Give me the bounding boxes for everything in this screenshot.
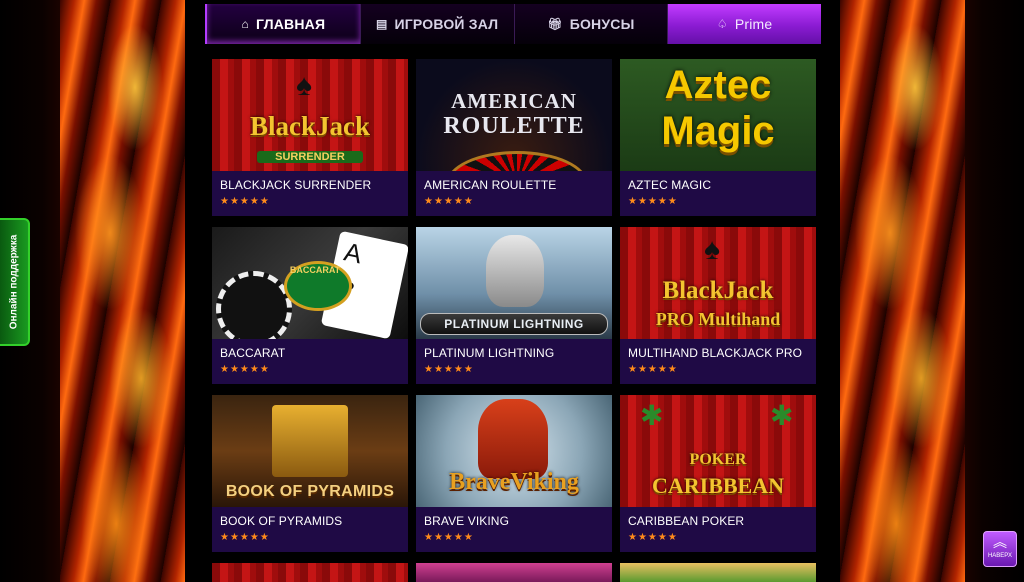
game-title: BLACKJACK SURRENDER xyxy=(220,178,372,192)
game-title: PLATINUM LIGHTNING xyxy=(424,346,555,360)
art-title: BlackJack xyxy=(662,277,774,304)
left-flames-decoration xyxy=(60,0,185,582)
viking-figure-icon xyxy=(478,399,548,479)
home-icon: ⌂ xyxy=(241,17,249,31)
rating-stars: ★★★★★ xyxy=(424,364,474,375)
game-card-multihand-blackjack-pro[interactable]: ♠ BlackJack PRO Multihand MULTIHAND BLAC… xyxy=(620,227,816,384)
rating-stars: ★★★★★ xyxy=(424,532,474,543)
right-flames-decoration xyxy=(840,0,965,582)
gift-icon: 🎁︎ xyxy=(547,17,563,31)
rating-stars: ★★★★★ xyxy=(220,532,270,543)
art-title: BraveViking xyxy=(449,469,579,495)
game-thumbnail: BOOK OF PYRAMIDS xyxy=(212,395,408,507)
game-title: BRAVE VIKING xyxy=(424,514,510,528)
nav-prime-label: Prime xyxy=(734,16,773,32)
art-subtitle: SURRENDER xyxy=(257,151,363,163)
scroll-top-button[interactable]: ︽ НАВЕРХ xyxy=(983,531,1017,567)
nav-game-hall[interactable]: ▤ ИГРОВОЙ ЗАЛ xyxy=(360,4,515,44)
game-card-platinum-lightning[interactable]: PLATINUM LIGHTNING PLATINUM LIGHTNING ★★… xyxy=(416,227,612,384)
nav-home[interactable]: ⌂ ГЛАВНАЯ xyxy=(205,4,361,44)
game-card-blackjack-surrender[interactable]: BlackJack SURRENDER ♠ BLACKJACK SURRENDE… xyxy=(212,59,408,216)
game-thumbnail: BraveViking xyxy=(416,395,612,507)
art-title: BlackJack xyxy=(249,111,370,141)
game-thumbnail xyxy=(212,563,408,582)
spade-icon: ♠ xyxy=(704,233,720,266)
rating-stars: ★★★★★ xyxy=(628,364,678,375)
art-subtitle: ROULETTE xyxy=(443,113,585,139)
game-thumbnail xyxy=(416,563,612,582)
palm-icon: ✱ xyxy=(640,400,664,431)
nav-prime[interactable]: ♤ Prime xyxy=(668,4,821,44)
nav-bonuses-label: БОНУСЫ xyxy=(569,16,635,32)
chevron-up-icon: ︽ xyxy=(993,534,1007,550)
scroll-top-label: НАВЕРХ xyxy=(987,553,1013,559)
game-card-partial[interactable] xyxy=(416,563,612,582)
game-card-american-roulette[interactable]: AMERICAN ROULETTE AMERICAN ROULETTE ★★★★… xyxy=(416,59,612,216)
nav-bonuses[interactable]: 🎁︎ БОНУСЫ xyxy=(514,4,669,44)
game-card-baccarat[interactable]: A♣ BACCARAT BACCARAT ★★★★★ xyxy=(212,227,408,384)
chip-icon xyxy=(216,271,292,339)
art-subtitle: PRO Multihand xyxy=(655,309,781,329)
main-nav: ⌂ ГЛАВНАЯ ▤ ИГРОВОЙ ЗАЛ 🎁︎ БОНУСЫ ♤ Prim… xyxy=(205,4,821,44)
art-title: PLATINUM LIGHTNING xyxy=(420,313,608,335)
game-thumbnail xyxy=(620,563,816,582)
game-title: BACCARAT xyxy=(220,346,286,360)
game-thumbnail: AMERICAN ROULETTE xyxy=(416,59,612,171)
book-icon xyxy=(272,405,348,477)
main-content: ⌂ ГЛАВНАЯ ▤ ИГРОВОЙ ЗАЛ 🎁︎ БОНУСЫ ♤ Prim… xyxy=(185,0,840,582)
art-subtitle: Magic xyxy=(661,109,775,153)
rating-stars: ★★★★★ xyxy=(628,196,678,207)
online-support-label: Онлайн поддержка xyxy=(8,234,20,330)
art-title: BOOK OF PYRAMIDS xyxy=(225,483,395,500)
rating-stars: ★★★★★ xyxy=(220,196,270,207)
game-thumbnail: ✱ ✱ POKER CARIBBEAN xyxy=(620,395,816,507)
nav-game-hall-label: ИГРОВОЙ ЗАЛ xyxy=(394,16,499,32)
art-title: POKER xyxy=(689,451,747,468)
game-card-aztec-magic[interactable]: Aztec Magic AZTEC MAGIC ★★★★★ xyxy=(620,59,816,216)
game-thumbnail: PLATINUM LIGHTNING xyxy=(416,227,612,339)
rating-stars: ★★★★★ xyxy=(220,364,270,375)
game-card-partial[interactable] xyxy=(212,563,408,582)
game-title: CARIBBEAN POKER xyxy=(628,514,745,528)
game-card-caribbean-poker[interactable]: ✱ ✱ POKER CARIBBEAN CARIBBEAN POKER ★★★★… xyxy=(620,395,816,552)
zeus-figure-icon xyxy=(486,235,544,307)
spade-icon: ♠ xyxy=(296,69,312,102)
game-thumbnail: Aztec Magic xyxy=(620,59,816,171)
game-card-book-of-pyramids[interactable]: BOOK OF PYRAMIDS BOOK OF PYRAMIDS ★★★★★ xyxy=(212,395,408,552)
rating-stars: ★★★★★ xyxy=(424,196,474,207)
game-thumbnail: ♠ BlackJack PRO Multihand xyxy=(620,227,816,339)
game-title: AMERICAN ROULETTE xyxy=(424,178,557,192)
art-title: BACCARAT xyxy=(289,265,341,275)
prime-logo-icon: ♤ xyxy=(716,17,728,31)
nav-home-label: ГЛАВНАЯ xyxy=(255,16,326,32)
art-title: AMERICAN xyxy=(451,89,577,113)
right-backdrop xyxy=(965,0,1024,582)
art-subtitle: CARIBBEAN xyxy=(651,473,785,498)
palm-icon: ✱ xyxy=(770,400,794,431)
game-title: BOOK OF PYRAMIDS xyxy=(220,514,343,528)
slot-icon: ▤ xyxy=(375,17,388,31)
art-title: Aztec xyxy=(664,63,772,107)
game-title: MULTIHAND BLACKJACK PRO xyxy=(628,346,803,360)
game-card-brave-viking[interactable]: BraveViking BRAVE VIKING ★★★★★ xyxy=(416,395,612,552)
roulette-wheel-icon xyxy=(446,151,588,171)
game-title: AZTEC MAGIC xyxy=(628,178,712,192)
game-card-partial[interactable] xyxy=(620,563,816,582)
online-support-tab[interactable]: Онлайн поддержка xyxy=(0,218,30,346)
rating-stars: ★★★★★ xyxy=(628,532,678,543)
game-thumbnail: BlackJack SURRENDER ♠ xyxy=(212,59,408,171)
game-thumbnail: A♣ BACCARAT xyxy=(212,227,408,339)
